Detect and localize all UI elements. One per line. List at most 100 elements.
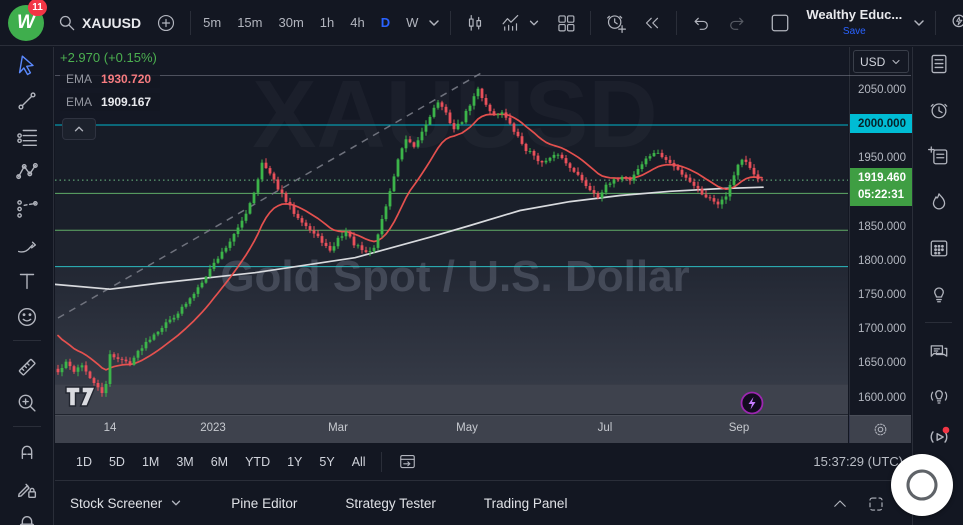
alerts-button[interactable] [926,97,952,123]
price-axis[interactable]: USD 2050.0001950.0001850.0001800.0001750… [849,47,911,415]
drawing-mode-lock-button[interactable] [13,475,41,503]
create-alert-button[interactable] [597,7,634,38]
pattern-tool[interactable] [13,158,41,186]
layout-menu-button[interactable] [909,11,929,35]
compare-add-button[interactable] [148,8,184,38]
tab-stock-screener[interactable]: Stock Screener [70,496,183,511]
candlestick-chart[interactable]: XAUUSDGold Spot / U.S. Dollar [55,47,848,415]
bar-replay-button[interactable] [634,8,670,38]
chat-button[interactable] [926,338,952,364]
save-label: Save [843,27,866,38]
account-logo[interactable]: W 11 [0,0,50,46]
ideas-button[interactable] [926,281,952,307]
toolbar-divider [13,426,41,427]
pencil-lock-icon [14,476,40,502]
chart-pane[interactable]: XAUUSDGold Spot / U.S. Dollar [55,47,848,415]
interval-button-15m[interactable]: 15m [231,11,268,34]
layout-templates-button[interactable] [548,8,584,38]
range-button-all[interactable]: All [345,451,373,473]
zoom-in-tool[interactable] [13,389,41,417]
expand-panel-icon[interactable] [831,495,849,513]
chart-style-button[interactable] [457,8,493,38]
layout-square-icon [768,11,792,35]
magnet-mode-button[interactable] [13,437,41,465]
time-axis[interactable]: 142023MarMayJulSep [55,415,848,443]
tab-strategy-tester[interactable]: Strategy Tester [345,496,436,511]
alert-level-badge: 2000.000 [850,114,912,133]
legend-collapse-button[interactable] [62,118,96,140]
measure-tool[interactable] [13,353,41,381]
range-button-1d[interactable]: 1D [69,451,99,473]
range-button-5d[interactable]: 5D [102,451,132,473]
forecast-tool[interactable] [13,195,41,223]
layout-select-button[interactable] [761,7,799,39]
watchlist-button[interactable] [926,51,952,77]
server-clock[interactable]: 15:37:29 (UTC) [813,454,903,469]
layout-name: Wealthy Educ... [806,8,902,22]
undo-button[interactable] [683,8,719,38]
cloud-save-button[interactable]: Wealthy Educ... Save [799,4,909,41]
redo-button[interactable] [719,8,755,38]
toolbar-separator [381,452,382,472]
symbol-name: XAUUSD [82,15,141,31]
streams-play-icon [926,424,952,450]
streams-button[interactable] [926,424,952,450]
lock-all-button[interactable] [13,512,41,525]
range-button-5y[interactable]: 5Y [312,451,341,473]
chevron-down-icon [527,16,541,30]
time-tick: May [456,422,478,434]
time-tick: Sep [729,422,749,434]
symbol-search-button[interactable]: XAUUSD [50,9,148,37]
magnet-icon [14,438,40,464]
indicator-value: 1930.720 [101,72,151,86]
interval-group: 5m15m30m1h4hDW [197,11,424,34]
interval-button-D[interactable]: D [375,11,396,34]
text-tool[interactable] [13,267,41,295]
go-to-date-button[interactable] [390,447,425,476]
event-lightning-marker [742,393,763,414]
range-button-6m[interactable]: 6M [204,451,235,473]
fib-lines-tool[interactable] [13,123,41,151]
range-button-1m[interactable]: 1M [135,451,166,473]
interval-button-1h[interactable]: 1h [314,11,340,34]
interval-button-5m[interactable]: 5m [197,11,227,34]
emoji-tool[interactable] [13,303,41,331]
price-tick: 1650.000 [858,357,906,369]
text-icon [14,268,40,294]
tab-pine-editor[interactable]: Pine Editor [231,496,297,511]
ema-indicator-row[interactable]: EMA 1930.720 [60,70,160,88]
tab-label: Strategy Tester [345,496,436,511]
axis-settings-button[interactable] [849,415,911,443]
cursor-tool[interactable] [13,51,41,79]
interval-button-30m[interactable]: 30m [272,11,309,34]
range-button-3m[interactable]: 3M [169,451,200,473]
parallel-lines-icon [14,124,40,150]
currency-label: USD [860,55,885,69]
alert-add-icon [604,11,627,34]
hotlists-button[interactable] [926,189,952,215]
trend-line-icon [14,88,40,114]
calendar-button[interactable] [926,235,952,261]
price-tick: 1950.000 [858,152,906,164]
indicators-button[interactable] [493,8,548,38]
emoji-icon [14,304,40,330]
interval-expand-button[interactable] [424,11,444,35]
quick-search-button[interactable] [942,7,963,38]
range-button-ytd[interactable]: YTD [238,451,277,473]
candles-style-icon [464,12,486,34]
currency-selector[interactable]: USD [853,50,909,73]
news-button[interactable] [926,143,952,169]
live-ideas-button[interactable] [926,384,952,410]
time-tick: 2023 [200,422,226,434]
range-button-1y[interactable]: 1Y [280,451,309,473]
toolbar-separator [590,11,591,35]
fullscreen-icon[interactable] [867,495,885,513]
redo-icon [726,12,748,34]
interval-button-W[interactable]: W [400,11,424,34]
interval-button-4h[interactable]: 4h [344,11,370,34]
pane-border [55,75,911,76]
trend-line-tool[interactable] [13,87,41,115]
ema-indicator-row[interactable]: EMA 1909.167 [60,93,160,111]
tab-trading-panel[interactable]: Trading Panel [484,496,568,511]
brush-tool[interactable] [13,231,41,259]
